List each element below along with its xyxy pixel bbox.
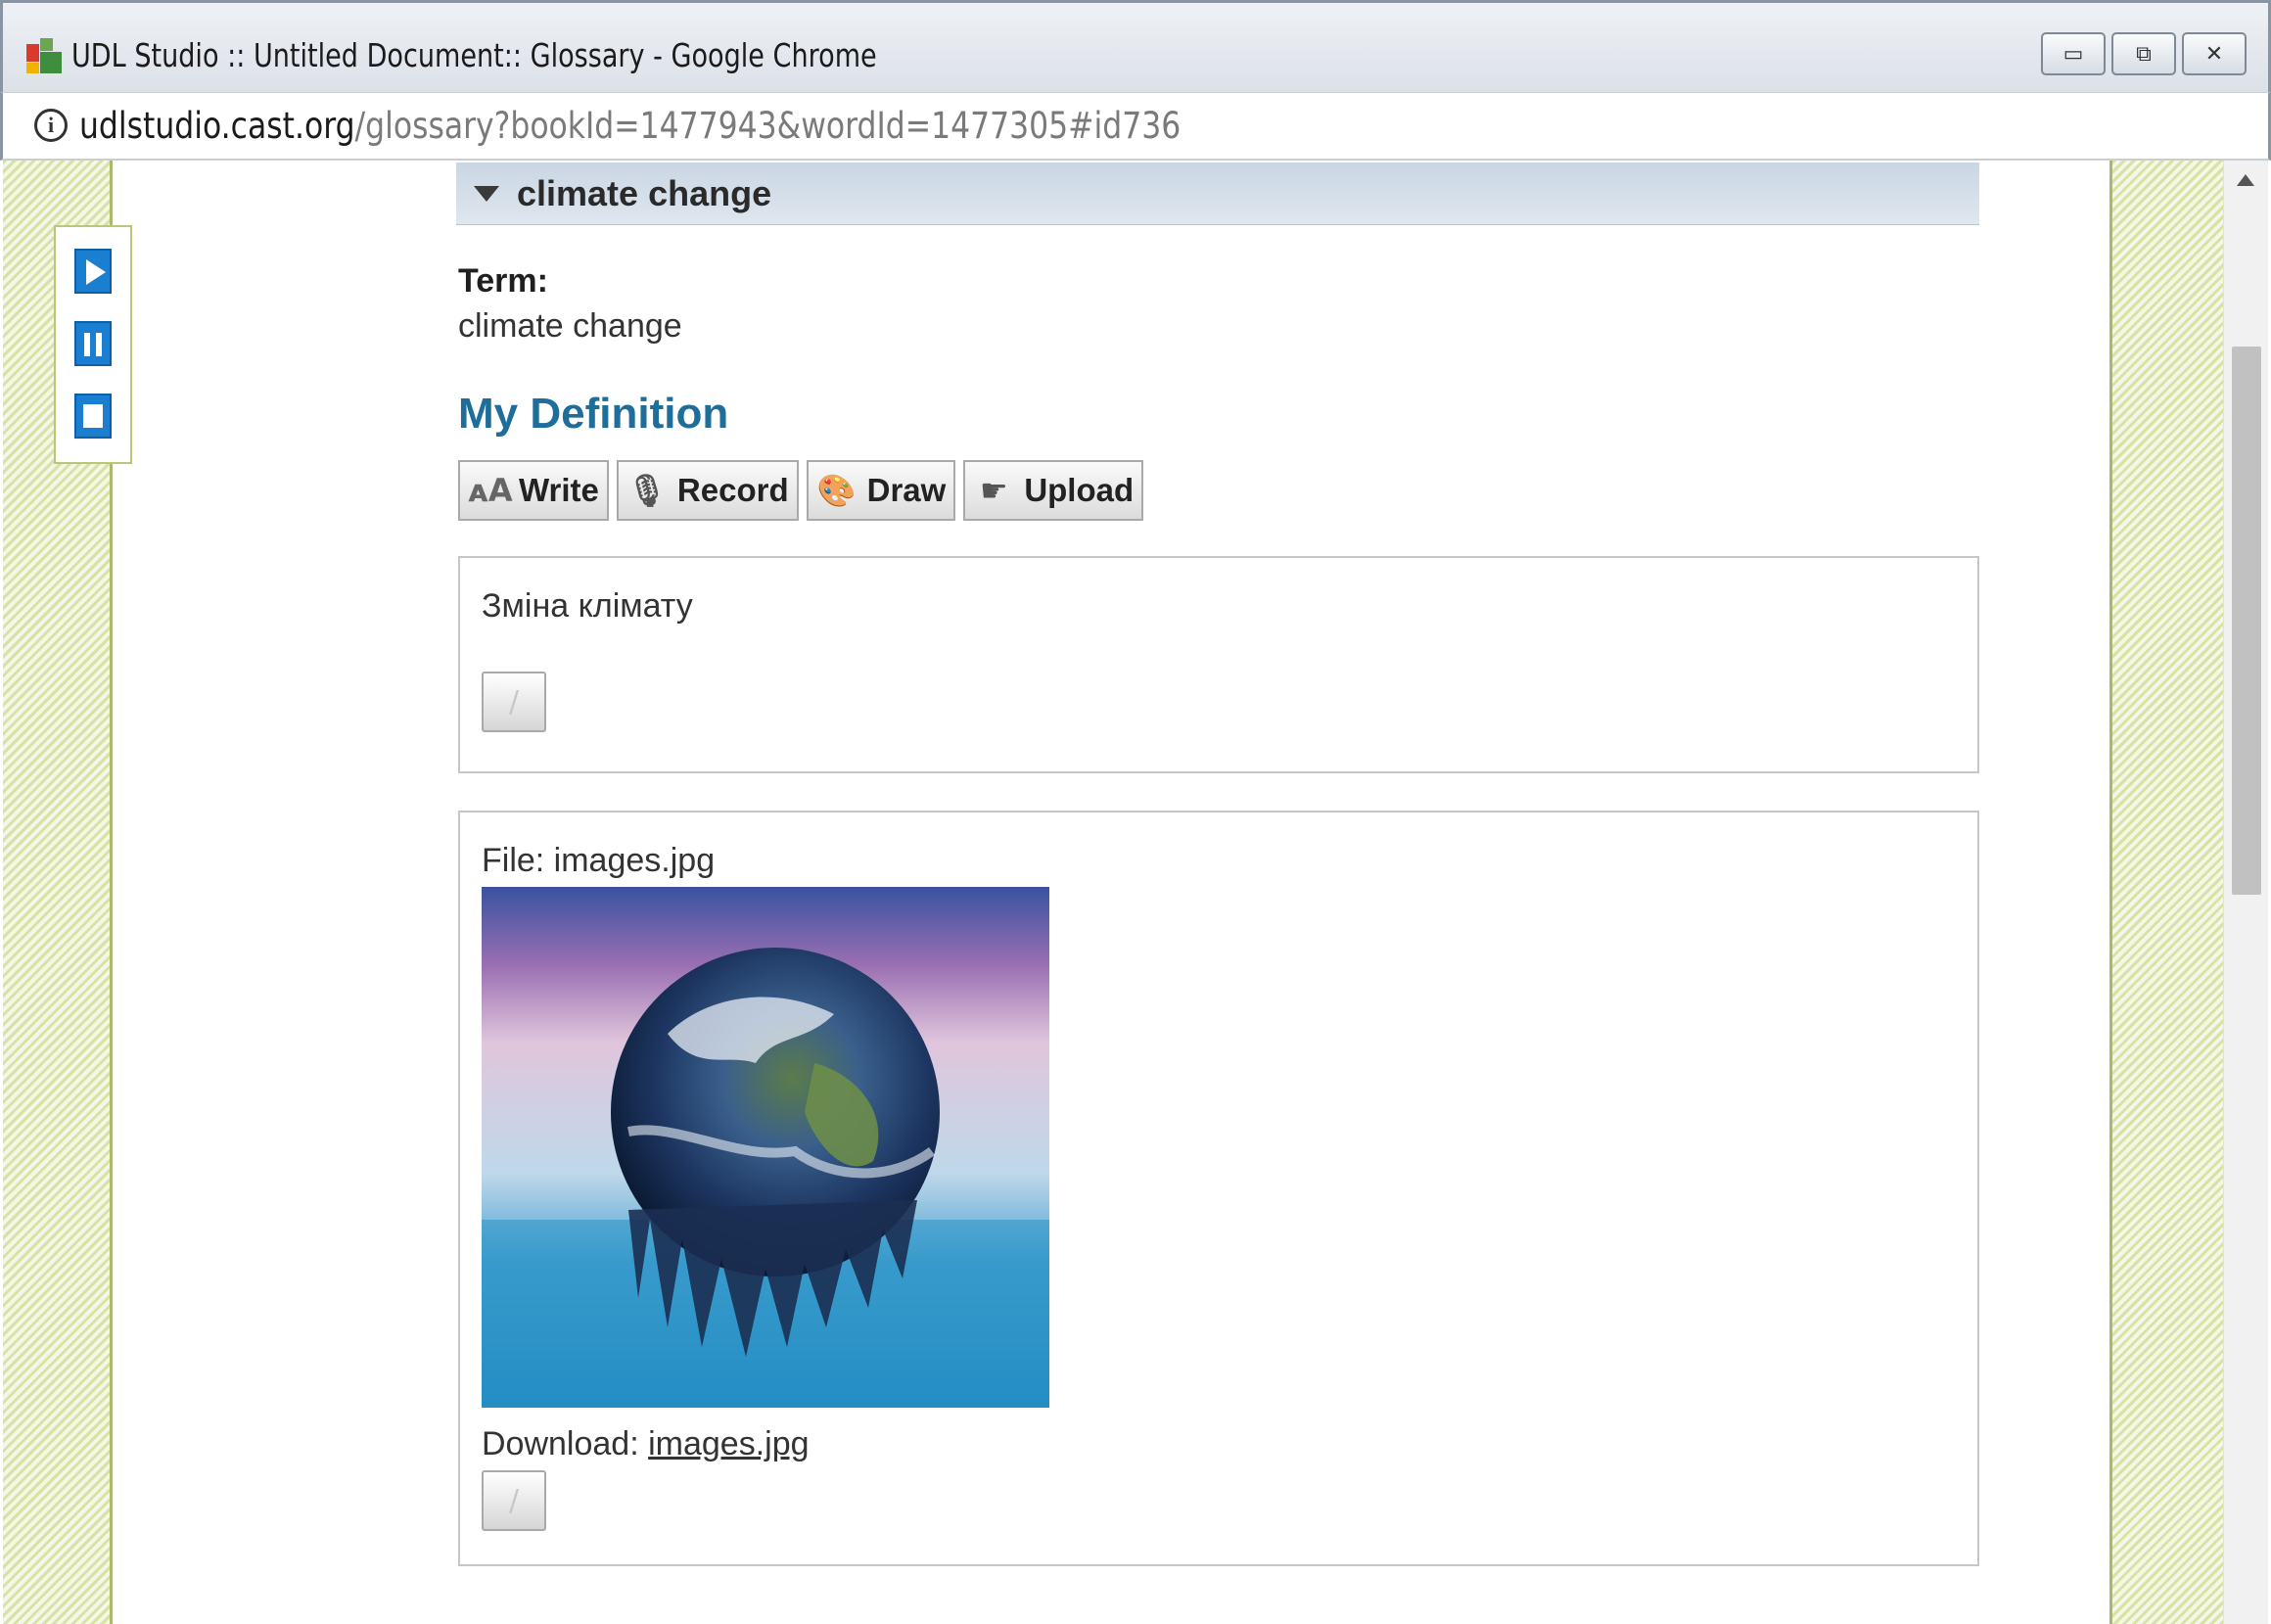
close-button[interactable]: ✕ bbox=[2182, 32, 2247, 75]
pause-icon[interactable] bbox=[74, 321, 112, 366]
minimize-button[interactable]: ▭ bbox=[2041, 32, 2106, 75]
address-bar[interactable]: i udlstudio.cast.org/glossary?bookId=147… bbox=[0, 92, 2271, 161]
stop-icon[interactable] bbox=[74, 394, 112, 439]
font-size-icon: ᴀA bbox=[468, 472, 513, 509]
site-info-icon[interactable]: i bbox=[34, 109, 68, 142]
my-definition-heading: My Definition bbox=[458, 390, 729, 438]
text-definition-entry: Зміна клімату / bbox=[458, 556, 1979, 773]
upload-button[interactable]: ☛ Upload bbox=[963, 460, 1144, 521]
scroll-thumb[interactable] bbox=[2232, 347, 2261, 895]
file-definition-entry: File: images.jpg Download: images.jpg / bbox=[458, 811, 1979, 1566]
audio-player-controls bbox=[54, 225, 132, 464]
draw-button-label: Draw bbox=[866, 472, 947, 508]
palette-icon: 🎨 bbox=[816, 472, 857, 509]
url-path: /glossary?bookId=1477943&wordId=1477305#… bbox=[354, 105, 1182, 147]
melting-earth-image bbox=[482, 887, 1049, 1408]
record-button-label: Record bbox=[676, 472, 789, 508]
url-text[interactable]: udlstudio.cast.org/glossary?bookId=14779… bbox=[79, 105, 1181, 147]
microphone-icon: 🎙 bbox=[626, 472, 668, 509]
section-header-toggle[interactable]: climate change bbox=[456, 162, 1979, 225]
definition-toolbar: ᴀA Write 🎙 Record 🎨 Draw ☛ Upload bbox=[458, 460, 1144, 521]
definition-text: Зміна клімату bbox=[482, 587, 693, 625]
page-viewport: climate change Term: climate change My D… bbox=[3, 161, 2268, 1624]
download-link[interactable]: images.jpg bbox=[648, 1425, 809, 1462]
draw-button[interactable]: 🎨 Draw bbox=[806, 460, 956, 521]
url-host: udlstudio.cast.org bbox=[79, 105, 355, 147]
edit-file-button[interactable]: / bbox=[482, 1470, 546, 1531]
right-decorative-border bbox=[2109, 161, 2223, 1624]
write-button[interactable]: ᴀA Write bbox=[458, 460, 609, 521]
scroll-up-arrow-icon[interactable] bbox=[2237, 174, 2254, 186]
pencil-icon: / bbox=[508, 684, 520, 719]
edit-text-button[interactable]: / bbox=[482, 672, 546, 732]
download-label: Download: bbox=[482, 1425, 639, 1462]
udl-studio-logo-icon bbox=[26, 38, 62, 73]
vertical-scrollbar[interactable] bbox=[2223, 161, 2268, 1624]
download-line: Download: images.jpg bbox=[482, 1425, 810, 1463]
maximize-button[interactable]: ⧉ bbox=[2111, 32, 2176, 75]
caret-down-icon bbox=[474, 185, 499, 202]
play-icon[interactable] bbox=[74, 249, 112, 294]
file-label: File: images.jpg bbox=[482, 842, 716, 879]
upload-button-label: Upload bbox=[1024, 472, 1135, 508]
upload-icon: ☛ bbox=[979, 472, 1008, 509]
pencil-icon: / bbox=[508, 1483, 520, 1518]
term-value: climate change bbox=[458, 307, 682, 345]
section-title: climate change bbox=[517, 172, 772, 213]
record-button[interactable]: 🎙 Record bbox=[616, 460, 799, 521]
term-label: Term: bbox=[458, 262, 548, 300]
write-button-label: Write bbox=[519, 472, 599, 508]
window-title: UDL Studio :: Untitled Document:: Glossa… bbox=[71, 36, 877, 74]
